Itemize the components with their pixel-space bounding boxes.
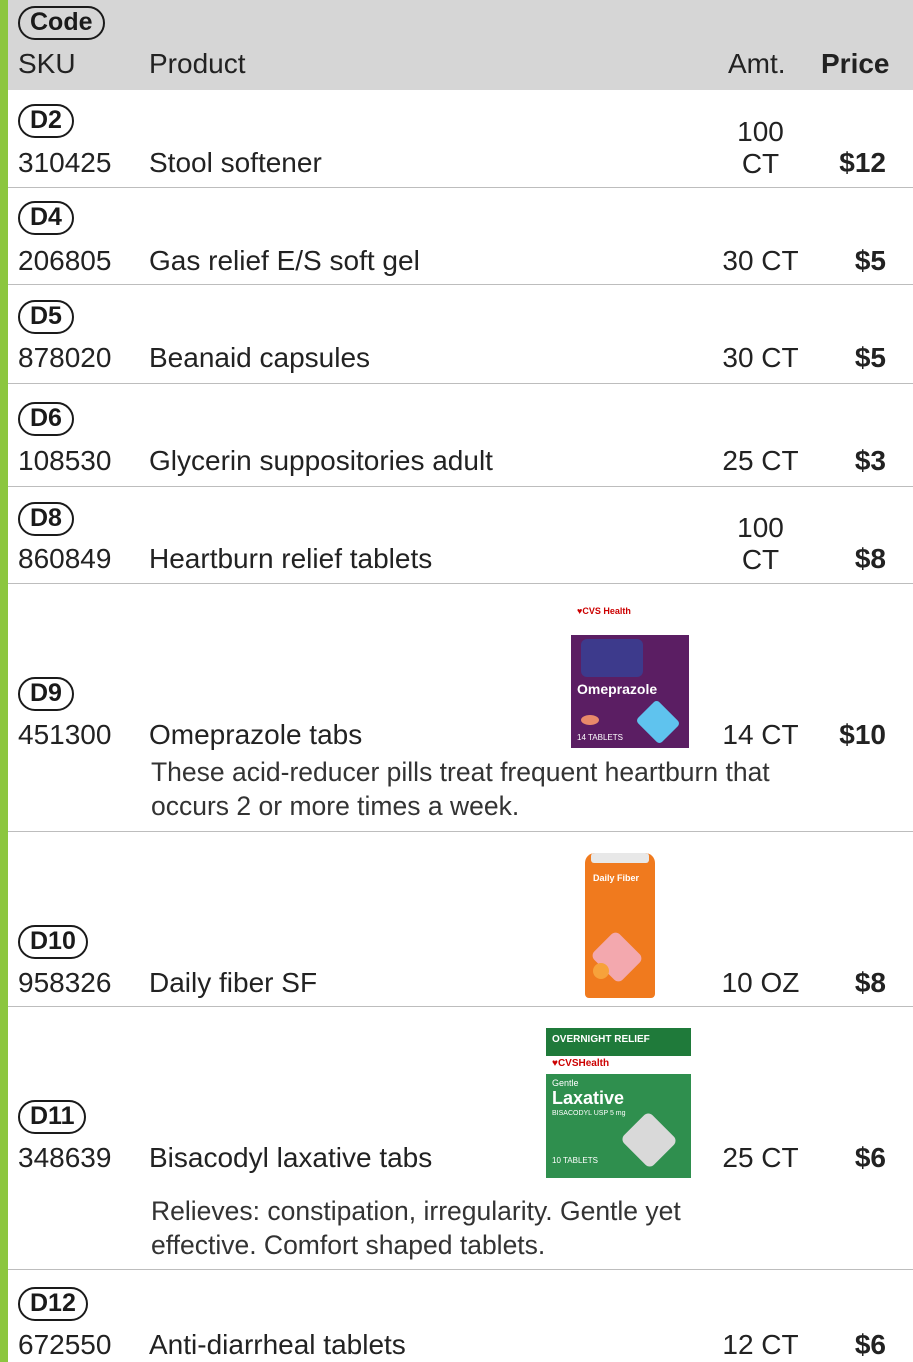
item-code-badge: D6 — [18, 402, 74, 436]
item-sku: 310425 — [18, 147, 112, 178]
fiber-title: Daily Fiber — [593, 873, 640, 883]
item-name: Glycerin suppositories adult — [149, 445, 493, 476]
item-sku: 348639 — [18, 1142, 112, 1173]
table-row: D5 878020 Beanaid capsules 30 CT $5 — [8, 286, 913, 384]
item-code-badge: D5 — [18, 300, 74, 334]
item-description: These acid-reducer pills treat frequent … — [151, 757, 770, 821]
item-amount: 100 CT — [737, 116, 784, 179]
laxative-count: 10 TABLETS — [552, 1156, 598, 1165]
table-row: D12 672550 Anti-diarrheal tablets 12 CT … — [8, 1271, 913, 1362]
item-code-badge: D11 — [18, 1100, 87, 1134]
table-row: OVERNIGHT RELIEF ♥CVSHealth Gentle Laxat… — [8, 1008, 913, 1270]
item-amount: 30 CT — [722, 245, 799, 276]
table-row: D2 310425 Stool softener 100 CT $12 — [8, 92, 913, 188]
table-row: D8 860849 Heartburn relief tablets 100 C… — [8, 488, 913, 584]
item-amount: 25 CT — [722, 445, 799, 476]
laxative-product-image: OVERNIGHT RELIEF ♥CVSHealth Gentle Laxat… — [546, 1028, 691, 1178]
item-code-badge: D12 — [18, 1287, 88, 1321]
table-row: Daily Fiber D10 958326 Daily fiber SF 10… — [8, 833, 913, 1007]
laxative-brand: ♥CVSHealth — [552, 1058, 610, 1069]
omeprazole-count: 14 TABLETS — [577, 733, 623, 742]
laxative-banner: OVERNIGHT RELIEF — [552, 1034, 650, 1045]
item-description: Relieves: constipation, irregularity. Ge… — [151, 1196, 681, 1260]
amount-column-header: Amt. — [728, 48, 786, 79]
item-sku: 958326 — [18, 967, 112, 998]
item-price: $3 — [854, 445, 886, 476]
item-price: $6 — [854, 1329, 886, 1360]
item-amount: 12 CT — [722, 1329, 799, 1360]
item-sku: 206805 — [18, 245, 112, 276]
item-name: Gas relief E/S soft gel — [149, 245, 420, 276]
item-price: $5 — [854, 342, 886, 373]
item-code-badge: D10 — [18, 925, 88, 959]
product-column-header: Product — [149, 48, 246, 79]
laxative-detail: BISACODYL USP 5 mg — [552, 1110, 626, 1117]
item-price: $6 — [854, 1142, 886, 1173]
item-amount: 14 CT — [722, 719, 799, 750]
item-name: Beanaid capsules — [149, 342, 371, 373]
item-name: Omeprazole tabs — [149, 719, 363, 750]
table-row: ♥CVS Health Omeprazole 14 TABLETS D9 451… — [8, 585, 913, 832]
omeprazole-product-image: ♥CVS Health Omeprazole 14 TABLETS — [571, 603, 689, 748]
item-name: Heartburn relief tablets — [149, 543, 433, 574]
item-name: Daily fiber SF — [149, 967, 318, 998]
item-sku: 860849 — [18, 543, 112, 574]
item-price: $8 — [854, 543, 886, 574]
daily-fiber-product-image: Daily Fiber — [585, 853, 655, 998]
item-name: Anti-diarrheal tablets — [149, 1329, 406, 1360]
item-name: Stool softener — [149, 147, 322, 178]
laxative-sub: Gentle — [552, 1078, 579, 1088]
item-code-badge: D9 — [18, 677, 74, 711]
table-row: D6 108530 Glycerin suppositories adult 2… — [8, 385, 913, 487]
item-price: $5 — [854, 245, 886, 276]
item-code-badge: D2 — [18, 104, 74, 138]
price-column-header: Price — [821, 48, 890, 79]
item-price: $12 — [839, 147, 886, 178]
omeprazole-brand: ♥CVS Health — [577, 606, 631, 616]
omeprazole-title: Omeprazole — [577, 681, 658, 697]
item-name: Bisacodyl laxative tabs — [149, 1142, 433, 1173]
item-price: $8 — [854, 967, 886, 998]
item-amount: 100 CT — [737, 512, 784, 575]
table-row: D4 206805 Gas relief E/S soft gel 30 CT … — [8, 189, 913, 285]
sku-column-header: SKU — [18, 48, 76, 79]
left-accent-bar — [0, 0, 8, 1362]
item-amount: 25 CT — [722, 1142, 799, 1173]
code-header-pill: Code — [18, 6, 105, 40]
item-price: $10 — [839, 719, 886, 750]
item-sku: 451300 — [18, 719, 112, 750]
item-sku: 672550 — [18, 1329, 112, 1360]
laxative-title: Laxative — [552, 1088, 625, 1108]
item-sku: 878020 — [18, 342, 112, 373]
item-code-badge: D8 — [18, 502, 74, 536]
table-header: Code SKU Product Amt. Price — [8, 0, 913, 90]
item-sku: 108530 — [18, 445, 112, 476]
item-amount: 30 CT — [722, 342, 799, 373]
item-code-badge: D4 — [18, 201, 74, 235]
item-amount: 10 OZ — [721, 967, 800, 998]
